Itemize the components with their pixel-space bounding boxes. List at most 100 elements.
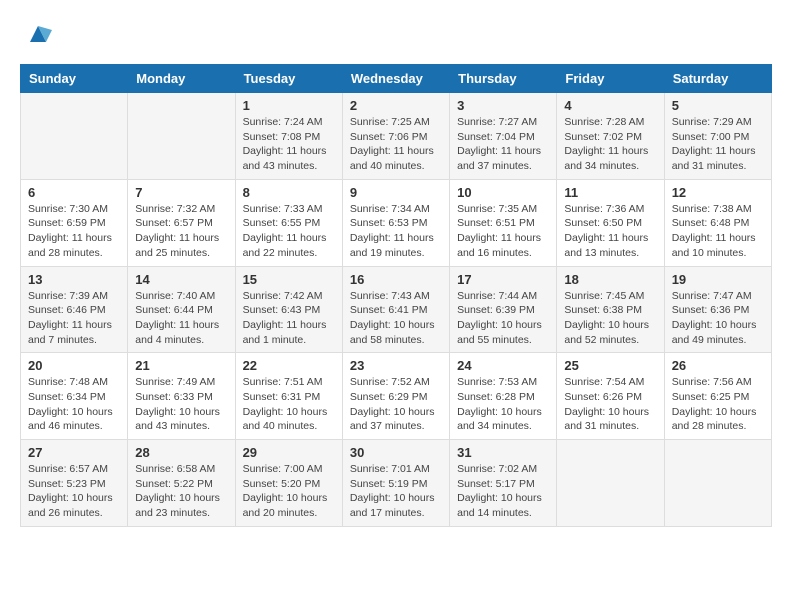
- day-content: Sunrise: 7:54 AM Sunset: 6:26 PM Dayligh…: [564, 375, 656, 434]
- calendar-cell: 26 Sunrise: 7:56 AM Sunset: 6:25 PM Dayli…: [664, 353, 771, 440]
- day-content: Sunrise: 7:45 AM Sunset: 6:38 PM Dayligh…: [564, 289, 656, 348]
- week-row-3: 13 Sunrise: 7:39 AM Sunset: 6:46 PM Dayli…: [21, 266, 772, 353]
- calendar-cell: 12 Sunrise: 7:38 AM Sunset: 6:48 PM Dayli…: [664, 179, 771, 266]
- logo-icon: [24, 20, 52, 48]
- week-row-5: 27Sunrise: 6:57 AM Sunset: 5:23 PM Dayli…: [21, 440, 772, 527]
- header-day-sunday: Sunday: [21, 65, 128, 93]
- week-row-2: 6 Sunrise: 7:30 AM Sunset: 6:59 PM Daylig…: [21, 179, 772, 266]
- day-number: 5: [672, 98, 764, 113]
- day-content: Sunrise: 7:44 AM Sunset: 6:39 PM Dayligh…: [457, 289, 549, 348]
- week-row-1: 1 Sunrise: 7:24 AM Sunset: 7:08 PM Daylig…: [21, 93, 772, 180]
- calendar-cell: 24 Sunrise: 7:53 AM Sunset: 6:28 PM Dayli…: [450, 353, 557, 440]
- calendar-cell: 25 Sunrise: 7:54 AM Sunset: 6:26 PM Dayli…: [557, 353, 664, 440]
- day-content: Sunrise: 7:25 AM Sunset: 7:06 PM Dayligh…: [350, 115, 442, 174]
- day-content: Sunrise: 7:24 AM Sunset: 7:08 PM Dayligh…: [243, 115, 335, 174]
- day-content: Sunrise: 7:53 AM Sunset: 6:28 PM Dayligh…: [457, 375, 549, 434]
- header-day-friday: Friday: [557, 65, 664, 93]
- calendar-cell: [557, 440, 664, 527]
- calendar-cell: [128, 93, 235, 180]
- day-number: 9: [350, 185, 442, 200]
- calendar-cell: 2 Sunrise: 7:25 AM Sunset: 7:06 PM Daylig…: [342, 93, 449, 180]
- day-content: Sunrise: 7:43 AM Sunset: 6:41 PM Dayligh…: [350, 289, 442, 348]
- calendar-table: SundayMondayTuesdayWednesdayThursdayFrid…: [20, 64, 772, 527]
- header-day-monday: Monday: [128, 65, 235, 93]
- day-number: 31: [457, 445, 549, 460]
- day-number: 4: [564, 98, 656, 113]
- calendar-cell: 13 Sunrise: 7:39 AM Sunset: 6:46 PM Dayli…: [21, 266, 128, 353]
- calendar-cell: 14Sunrise: 7:40 AM Sunset: 6:44 PM Dayli…: [128, 266, 235, 353]
- header-day-thursday: Thursday: [450, 65, 557, 93]
- day-number: 26: [672, 358, 764, 373]
- calendar-cell: 22 Sunrise: 7:51 AM Sunset: 6:31 PM Dayli…: [235, 353, 342, 440]
- day-number: 19: [672, 272, 764, 287]
- day-content: Sunrise: 7:35 AM Sunset: 6:51 PM Dayligh…: [457, 202, 549, 261]
- header-day-saturday: Saturday: [664, 65, 771, 93]
- week-row-4: 20Sunrise: 7:48 AM Sunset: 6:34 PM Dayli…: [21, 353, 772, 440]
- calendar-cell: 31 Sunrise: 7:02 AM Sunset: 5:17 PM Dayli…: [450, 440, 557, 527]
- calendar-cell: 15 Sunrise: 7:42 AM Sunset: 6:43 PM Dayli…: [235, 266, 342, 353]
- day-number: 24: [457, 358, 549, 373]
- day-content: Sunrise: 7:01 AM Sunset: 5:19 PM Dayligh…: [350, 462, 442, 521]
- day-number: 17: [457, 272, 549, 287]
- day-number: 13: [28, 272, 120, 287]
- day-number: 28: [135, 445, 227, 460]
- day-content: Sunrise: 7:51 AM Sunset: 6:31 PM Dayligh…: [243, 375, 335, 434]
- calendar-cell: 17 Sunrise: 7:44 AM Sunset: 6:39 PM Dayli…: [450, 266, 557, 353]
- day-number: 7: [135, 185, 227, 200]
- day-number: 16: [350, 272, 442, 287]
- day-content: Sunrise: 7:38 AM Sunset: 6:48 PM Dayligh…: [672, 202, 764, 261]
- header-day-tuesday: Tuesday: [235, 65, 342, 93]
- day-content: Sunrise: 7:52 AM Sunset: 6:29 PM Dayligh…: [350, 375, 442, 434]
- day-number: 6: [28, 185, 120, 200]
- calendar-cell: 1 Sunrise: 7:24 AM Sunset: 7:08 PM Daylig…: [235, 93, 342, 180]
- day-number: 18: [564, 272, 656, 287]
- calendar-cell: 7 Sunrise: 7:32 AM Sunset: 6:57 PM Daylig…: [128, 179, 235, 266]
- day-number: 25: [564, 358, 656, 373]
- day-content: Sunrise: 7:47 AM Sunset: 6:36 PM Dayligh…: [672, 289, 764, 348]
- calendar-cell: 18 Sunrise: 7:45 AM Sunset: 6:38 PM Dayli…: [557, 266, 664, 353]
- calendar-cell: 16 Sunrise: 7:43 AM Sunset: 6:41 PM Dayli…: [342, 266, 449, 353]
- day-content: Sunrise: 7:40 AM Sunset: 6:44 PM Dayligh…: [135, 289, 227, 348]
- day-content: Sunrise: 7:39 AM Sunset: 6:46 PM Dayligh…: [28, 289, 120, 348]
- header-day-wednesday: Wednesday: [342, 65, 449, 93]
- day-number: 12: [672, 185, 764, 200]
- calendar-cell: 20Sunrise: 7:48 AM Sunset: 6:34 PM Dayli…: [21, 353, 128, 440]
- calendar-cell: 6 Sunrise: 7:30 AM Sunset: 6:59 PM Daylig…: [21, 179, 128, 266]
- day-content: Sunrise: 7:29 AM Sunset: 7:00 PM Dayligh…: [672, 115, 764, 174]
- day-content: Sunrise: 7:02 AM Sunset: 5:17 PM Dayligh…: [457, 462, 549, 521]
- calendar-cell: 11 Sunrise: 7:36 AM Sunset: 6:50 PM Dayli…: [557, 179, 664, 266]
- day-content: Sunrise: 7:33 AM Sunset: 6:55 PM Dayligh…: [243, 202, 335, 261]
- header-row: SundayMondayTuesdayWednesdayThursdayFrid…: [21, 65, 772, 93]
- day-number: 2: [350, 98, 442, 113]
- day-content: Sunrise: 7:00 AM Sunset: 5:20 PM Dayligh…: [243, 462, 335, 521]
- day-content: Sunrise: 7:30 AM Sunset: 6:59 PM Dayligh…: [28, 202, 120, 261]
- day-number: 20: [28, 358, 120, 373]
- day-content: Sunrise: 7:32 AM Sunset: 6:57 PM Dayligh…: [135, 202, 227, 261]
- calendar-cell: [21, 93, 128, 180]
- day-content: Sunrise: 7:28 AM Sunset: 7:02 PM Dayligh…: [564, 115, 656, 174]
- calendar-cell: 30Sunrise: 7:01 AM Sunset: 5:19 PM Dayli…: [342, 440, 449, 527]
- day-content: Sunrise: 7:42 AM Sunset: 6:43 PM Dayligh…: [243, 289, 335, 348]
- calendar-cell: 28 Sunrise: 6:58 AM Sunset: 5:22 PM Dayli…: [128, 440, 235, 527]
- calendar-cell: 4 Sunrise: 7:28 AM Sunset: 7:02 PM Daylig…: [557, 93, 664, 180]
- day-number: 22: [243, 358, 335, 373]
- day-number: 11: [564, 185, 656, 200]
- day-number: 3: [457, 98, 549, 113]
- day-number: 29: [243, 445, 335, 460]
- calendar-cell: [664, 440, 771, 527]
- day-content: Sunrise: 7:27 AM Sunset: 7:04 PM Dayligh…: [457, 115, 549, 174]
- day-number: 15: [243, 272, 335, 287]
- day-number: 21: [135, 358, 227, 373]
- calendar-cell: 27Sunrise: 6:57 AM Sunset: 5:23 PM Dayli…: [21, 440, 128, 527]
- calendar-cell: 8 Sunrise: 7:33 AM Sunset: 6:55 PM Daylig…: [235, 179, 342, 266]
- calendar-cell: 21Sunrise: 7:49 AM Sunset: 6:33 PM Dayli…: [128, 353, 235, 440]
- day-number: 27: [28, 445, 120, 460]
- day-content: Sunrise: 6:58 AM Sunset: 5:22 PM Dayligh…: [135, 462, 227, 521]
- day-content: Sunrise: 7:34 AM Sunset: 6:53 PM Dayligh…: [350, 202, 442, 261]
- day-number: 8: [243, 185, 335, 200]
- page-header: [20, 20, 772, 48]
- day-number: 23: [350, 358, 442, 373]
- day-content: Sunrise: 7:36 AM Sunset: 6:50 PM Dayligh…: [564, 202, 656, 261]
- day-content: Sunrise: 7:56 AM Sunset: 6:25 PM Dayligh…: [672, 375, 764, 434]
- day-number: 1: [243, 98, 335, 113]
